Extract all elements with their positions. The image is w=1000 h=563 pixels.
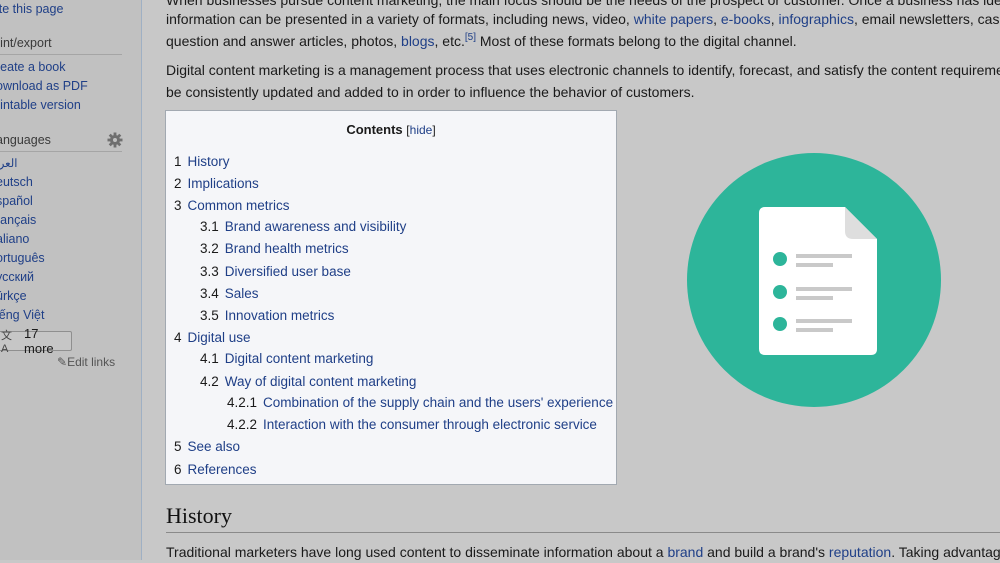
divider bbox=[0, 54, 122, 55]
toc-item-number: 5 bbox=[174, 439, 182, 454]
toc-item-number: 3.1 bbox=[200, 219, 219, 234]
table-of-contents: Contents [hide] 1 History 2 Implications 3 Co… bbox=[165, 110, 617, 485]
toc-item[interactable]: 4.2.2 Interaction with the consumer throu… bbox=[227, 417, 597, 432]
link-reputation[interactable]: reputation bbox=[829, 544, 891, 560]
language-link[interactable]: iếng Việt bbox=[0, 308, 44, 322]
toc-item[interactable]: 3 Common metrics bbox=[174, 198, 290, 213]
pencil-icon: ✎ bbox=[57, 355, 68, 369]
toc-item-link[interactable]: Digital content marketing bbox=[225, 351, 374, 366]
print-export-heading: rint/export bbox=[0, 36, 52, 50]
paragraph-line: be consistently updated and added to in … bbox=[166, 84, 695, 100]
text: question and answer articles, photos, bbox=[166, 33, 402, 49]
text: Traditional marketers have long used con… bbox=[166, 544, 668, 560]
toc-item-number: 6 bbox=[174, 462, 182, 477]
language-link[interactable]: ortuguês bbox=[0, 251, 45, 265]
gear-icon[interactable] bbox=[107, 132, 123, 148]
toc-item-link[interactable]: Diversified user base bbox=[225, 264, 351, 279]
list-bullets bbox=[773, 252, 787, 331]
link-infographics[interactable]: infographics bbox=[778, 11, 854, 27]
sidebar-item-create-book[interactable]: reate a book bbox=[0, 60, 66, 74]
more-languages-label: 17 more bbox=[24, 326, 54, 356]
toc-item-link[interactable]: Way of digital content marketing bbox=[225, 374, 417, 389]
toc-item-number: 2 bbox=[174, 176, 182, 191]
toc-item-link[interactable]: References bbox=[188, 462, 257, 477]
toc-item-link[interactable]: See also bbox=[188, 439, 241, 454]
toc-item-link[interactable]: Implications bbox=[188, 176, 259, 191]
toc-item-number: 3.4 bbox=[200, 286, 219, 301]
toc-item[interactable]: 3.2 Brand health metrics bbox=[200, 241, 349, 256]
text: and build a brand's bbox=[703, 544, 829, 560]
toc-item-number: 3 bbox=[174, 198, 182, 213]
toc-item-number: 4.2.2 bbox=[227, 417, 258, 432]
link-white-papers[interactable]: white papers bbox=[634, 11, 713, 27]
edit-links-label: Edit links bbox=[67, 355, 116, 369]
more-languages-button[interactable]: 文A 17 more bbox=[0, 326, 72, 356]
toc-item-number: 3.2 bbox=[200, 241, 219, 256]
toc-item-number: 3.5 bbox=[200, 308, 219, 323]
language-link[interactable]: ürkçe bbox=[0, 289, 27, 303]
language-link[interactable]: rançais bbox=[0, 213, 36, 227]
toc-item-number: 4 bbox=[174, 330, 182, 345]
toc-item[interactable]: 4.1 Digital content marketing bbox=[200, 351, 373, 366]
toc-item[interactable]: 3.4 Sales bbox=[200, 286, 259, 301]
toc-item-number: 4.2.1 bbox=[227, 395, 258, 410]
toc-item-link[interactable]: Common metrics bbox=[188, 198, 290, 213]
toc-item-link[interactable]: Sales bbox=[225, 286, 259, 301]
toc-item-link[interactable]: Interaction with the consumer through el… bbox=[263, 417, 597, 432]
text: , etc. bbox=[434, 33, 465, 49]
text: . Taking advantag bbox=[891, 544, 1000, 560]
toc-item-link[interactable]: Digital use bbox=[188, 330, 251, 345]
language-link[interactable]: spañol bbox=[0, 194, 33, 208]
toc-item[interactable]: 2 Implications bbox=[174, 176, 259, 191]
toc-item-link[interactable]: Brand awareness and visibility bbox=[225, 219, 407, 234]
reference-5[interactable]: [5] bbox=[465, 32, 476, 43]
toc-item[interactable]: 4 Digital use bbox=[174, 330, 251, 345]
paragraph-line: question and answer articles, photos, bl… bbox=[166, 30, 797, 52]
text: , bbox=[713, 11, 721, 27]
toc-item[interactable]: 4.2.1 Combination of the supply chain and… bbox=[227, 395, 613, 410]
language-link[interactable]: усский bbox=[0, 270, 34, 284]
document-list-icon bbox=[687, 153, 941, 407]
toc-item-number: 4.1 bbox=[200, 351, 219, 366]
divider bbox=[0, 151, 122, 152]
toc-item[interactable]: 3.5 Innovation metrics bbox=[200, 308, 334, 323]
sidebar-item-download-pdf[interactable]: ownload as PDF bbox=[0, 79, 88, 93]
translate-icon: 文A bbox=[1, 330, 12, 355]
toc-item[interactable]: 3.1 Brand awareness and visibility bbox=[200, 219, 406, 234]
languages-heading: anguages bbox=[0, 133, 51, 147]
toc-item-link[interactable]: Combination of the supply chain and the … bbox=[263, 395, 613, 410]
toc-item[interactable]: 4.2 Way of digital content marketing bbox=[200, 374, 416, 389]
paragraph-line: information can be presented in a variet… bbox=[166, 8, 999, 30]
sidebar-item-printable-version[interactable]: rintable version bbox=[0, 98, 81, 112]
toc-item[interactable]: 5 See also bbox=[174, 439, 240, 454]
language-link[interactable]: eutsch bbox=[0, 175, 33, 189]
text: information can be presented in a variet… bbox=[166, 11, 634, 27]
toc-hide-toggle[interactable]: hide bbox=[410, 123, 433, 137]
language-link[interactable]: العربية bbox=[0, 156, 17, 170]
language-link[interactable]: aliano bbox=[0, 232, 29, 246]
link-brand[interactable]: brand bbox=[667, 544, 703, 560]
toc-heading: Contents bbox=[346, 122, 403, 137]
edit-links-link[interactable]: ✎Edit links bbox=[57, 355, 115, 369]
toc-item-number: 3.3 bbox=[200, 264, 219, 279]
text: , email newsletters, cas bbox=[853, 11, 1000, 27]
sidebar: ite this page rint/export reate a book o… bbox=[0, 0, 142, 560]
text: Most of these formats belong to the digi… bbox=[475, 33, 797, 49]
toc-item[interactable]: 6 References bbox=[174, 462, 257, 477]
toc-item-link[interactable]: History bbox=[188, 154, 230, 169]
toc-title: Contents [hide] bbox=[166, 122, 616, 137]
bracket: ] bbox=[432, 123, 436, 137]
link-e-books[interactable]: e-books bbox=[721, 11, 771, 27]
toc-item[interactable]: 3.3 Diversified user base bbox=[200, 264, 351, 279]
sidebar-item-cite-this-page[interactable]: ite this page bbox=[0, 2, 63, 16]
toc-item-link[interactable]: Innovation metrics bbox=[225, 308, 335, 323]
toc-item-link[interactable]: Brand health metrics bbox=[225, 241, 349, 256]
toc-item-number: 4.2 bbox=[200, 374, 219, 389]
toc-item-number: 1 bbox=[174, 154, 182, 169]
toc-item[interactable]: 1 History bbox=[174, 154, 230, 169]
section-heading-history: History bbox=[166, 503, 1000, 533]
link-blogs[interactable]: blogs bbox=[401, 33, 434, 49]
paragraph-line: Digital content marketing is a managemen… bbox=[166, 62, 1000, 78]
